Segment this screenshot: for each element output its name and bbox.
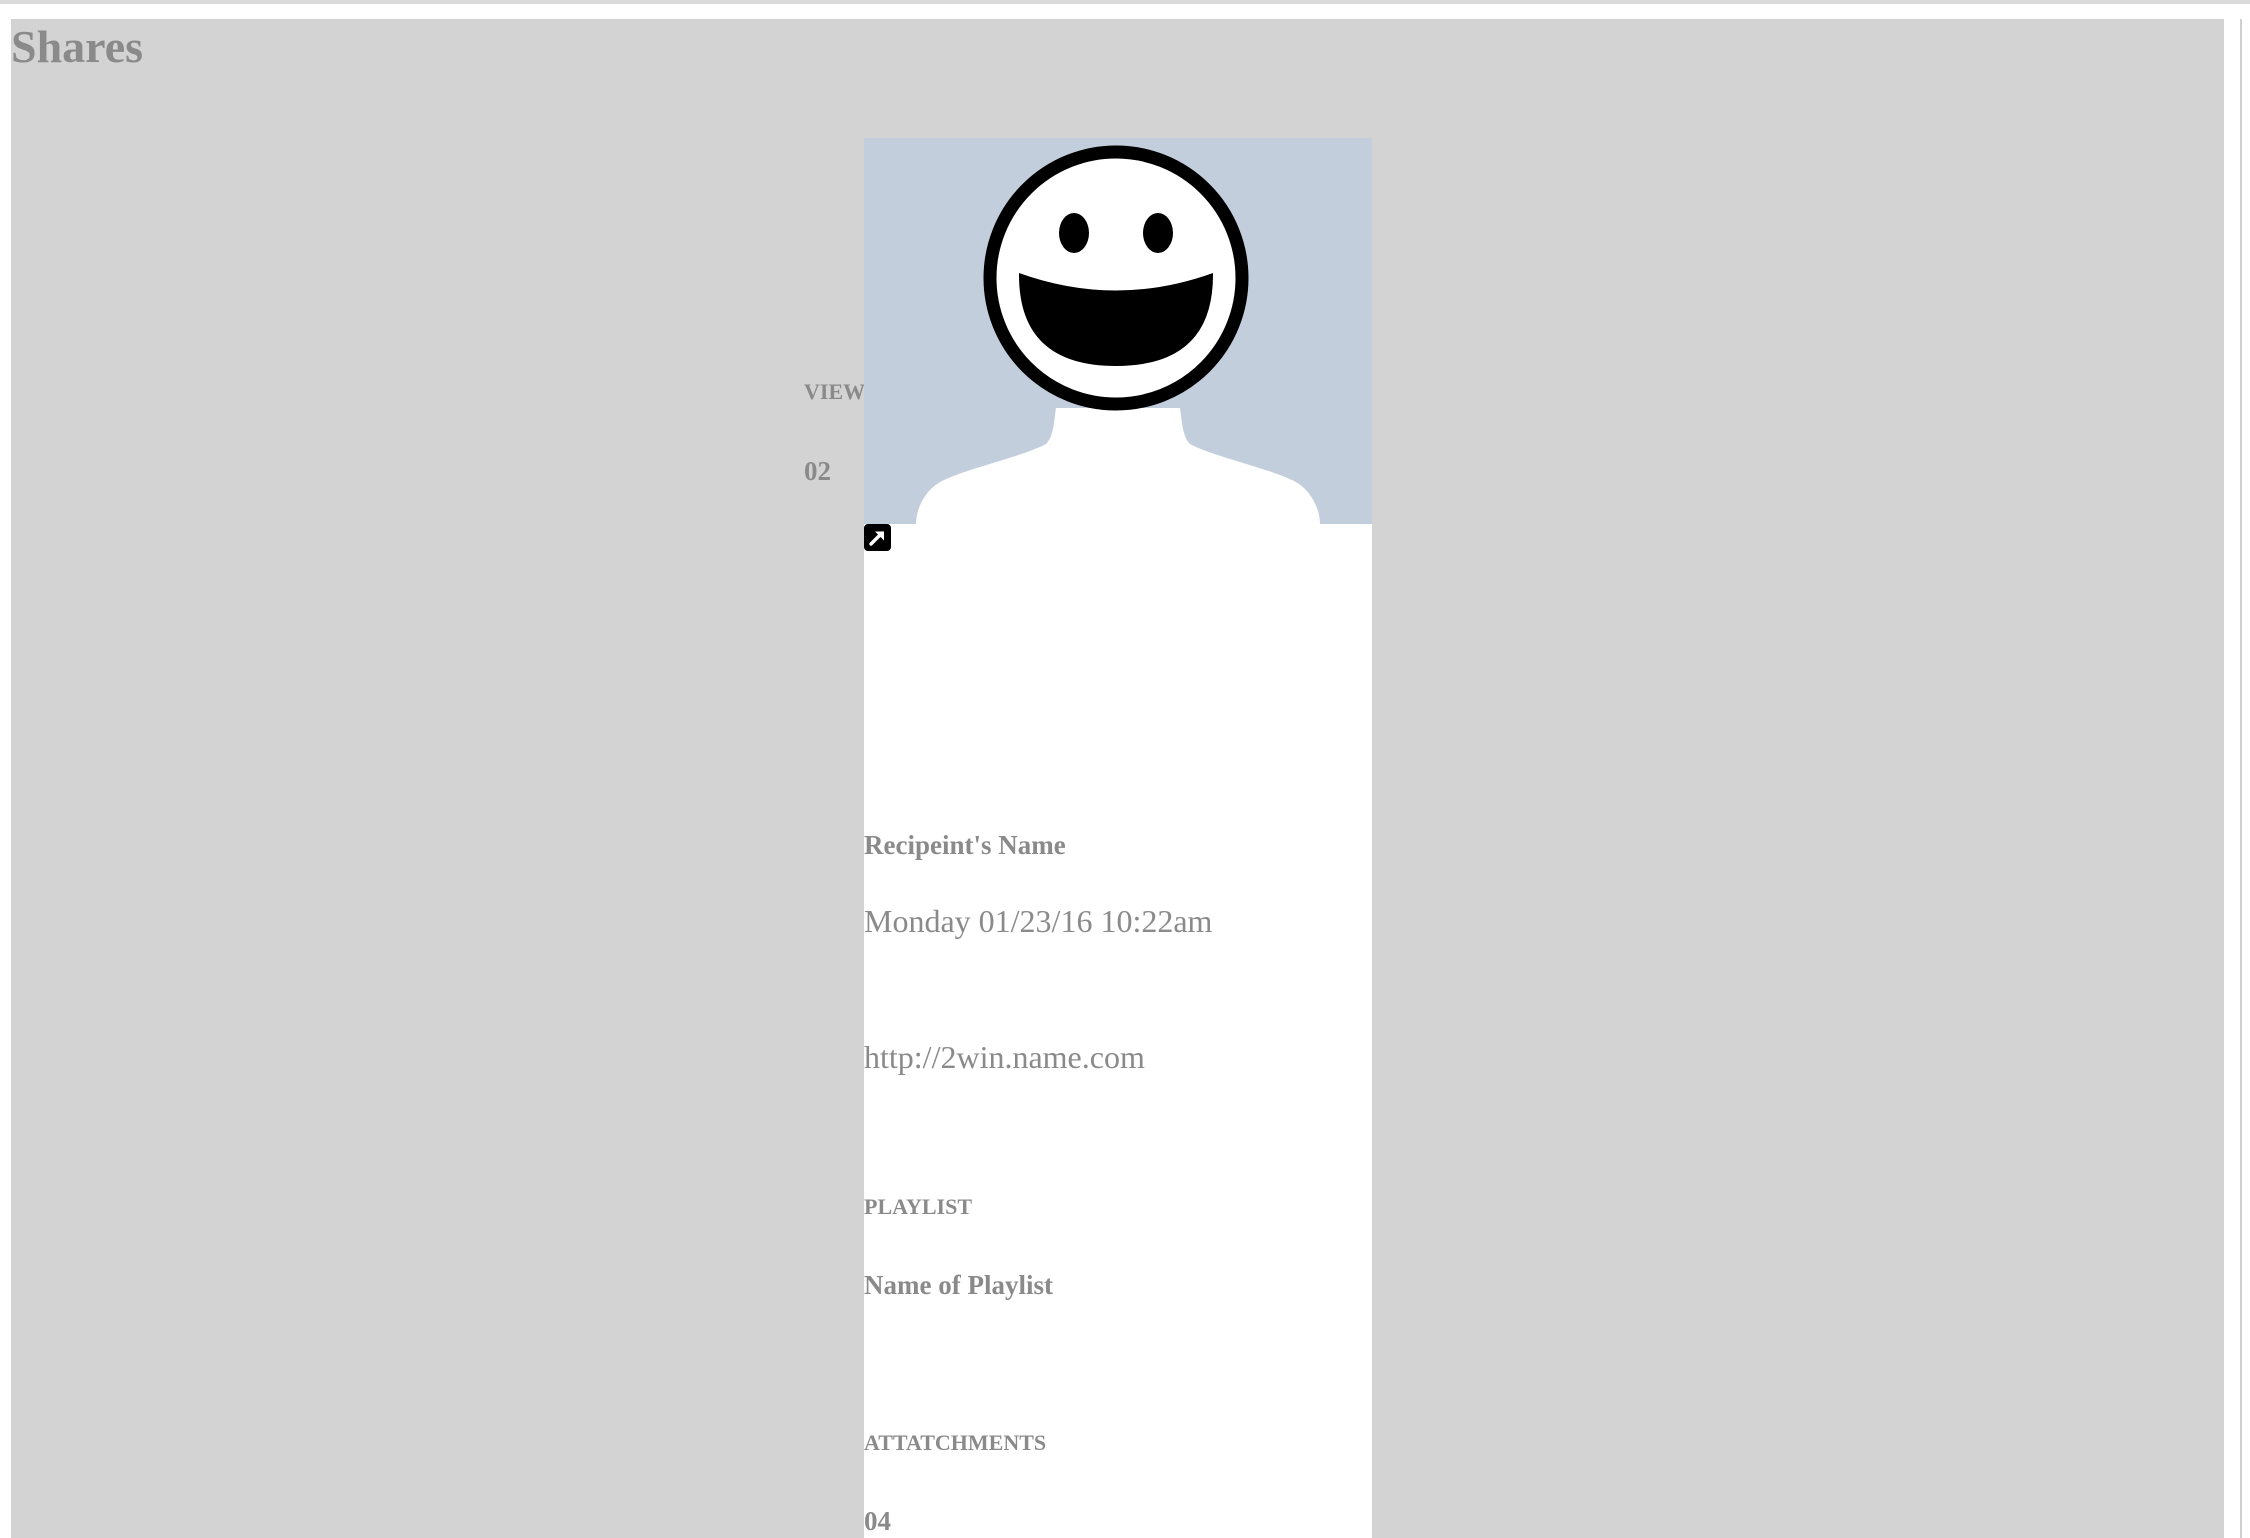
view-label: VIEW — [804, 379, 866, 404]
share-card: Recipeint's Name Monday 01/23/16 10:22am… — [864, 138, 1372, 1538]
window-edge-divider — [2240, 19, 2242, 1538]
share-url-link[interactable]: http://2win.name.com — [864, 1037, 1145, 1077]
smiley-avatar-icon — [864, 138, 1372, 524]
page-title: Shares — [11, 21, 144, 72]
attachments-count: 04 — [864, 1506, 891, 1536]
external-link-icon[interactable] — [864, 524, 891, 551]
playlist-name: Name of Playlist — [864, 1270, 1053, 1300]
share-date: Monday 01/23/16 10:22am — [864, 903, 1213, 939]
recipient-name: Recipeint's Name — [864, 830, 1066, 860]
playlist-label: PLAYLIST — [864, 1194, 973, 1219]
view-count: 02 — [804, 456, 831, 486]
attachments-label: ATTATCHMENTS — [864, 1430, 1047, 1455]
